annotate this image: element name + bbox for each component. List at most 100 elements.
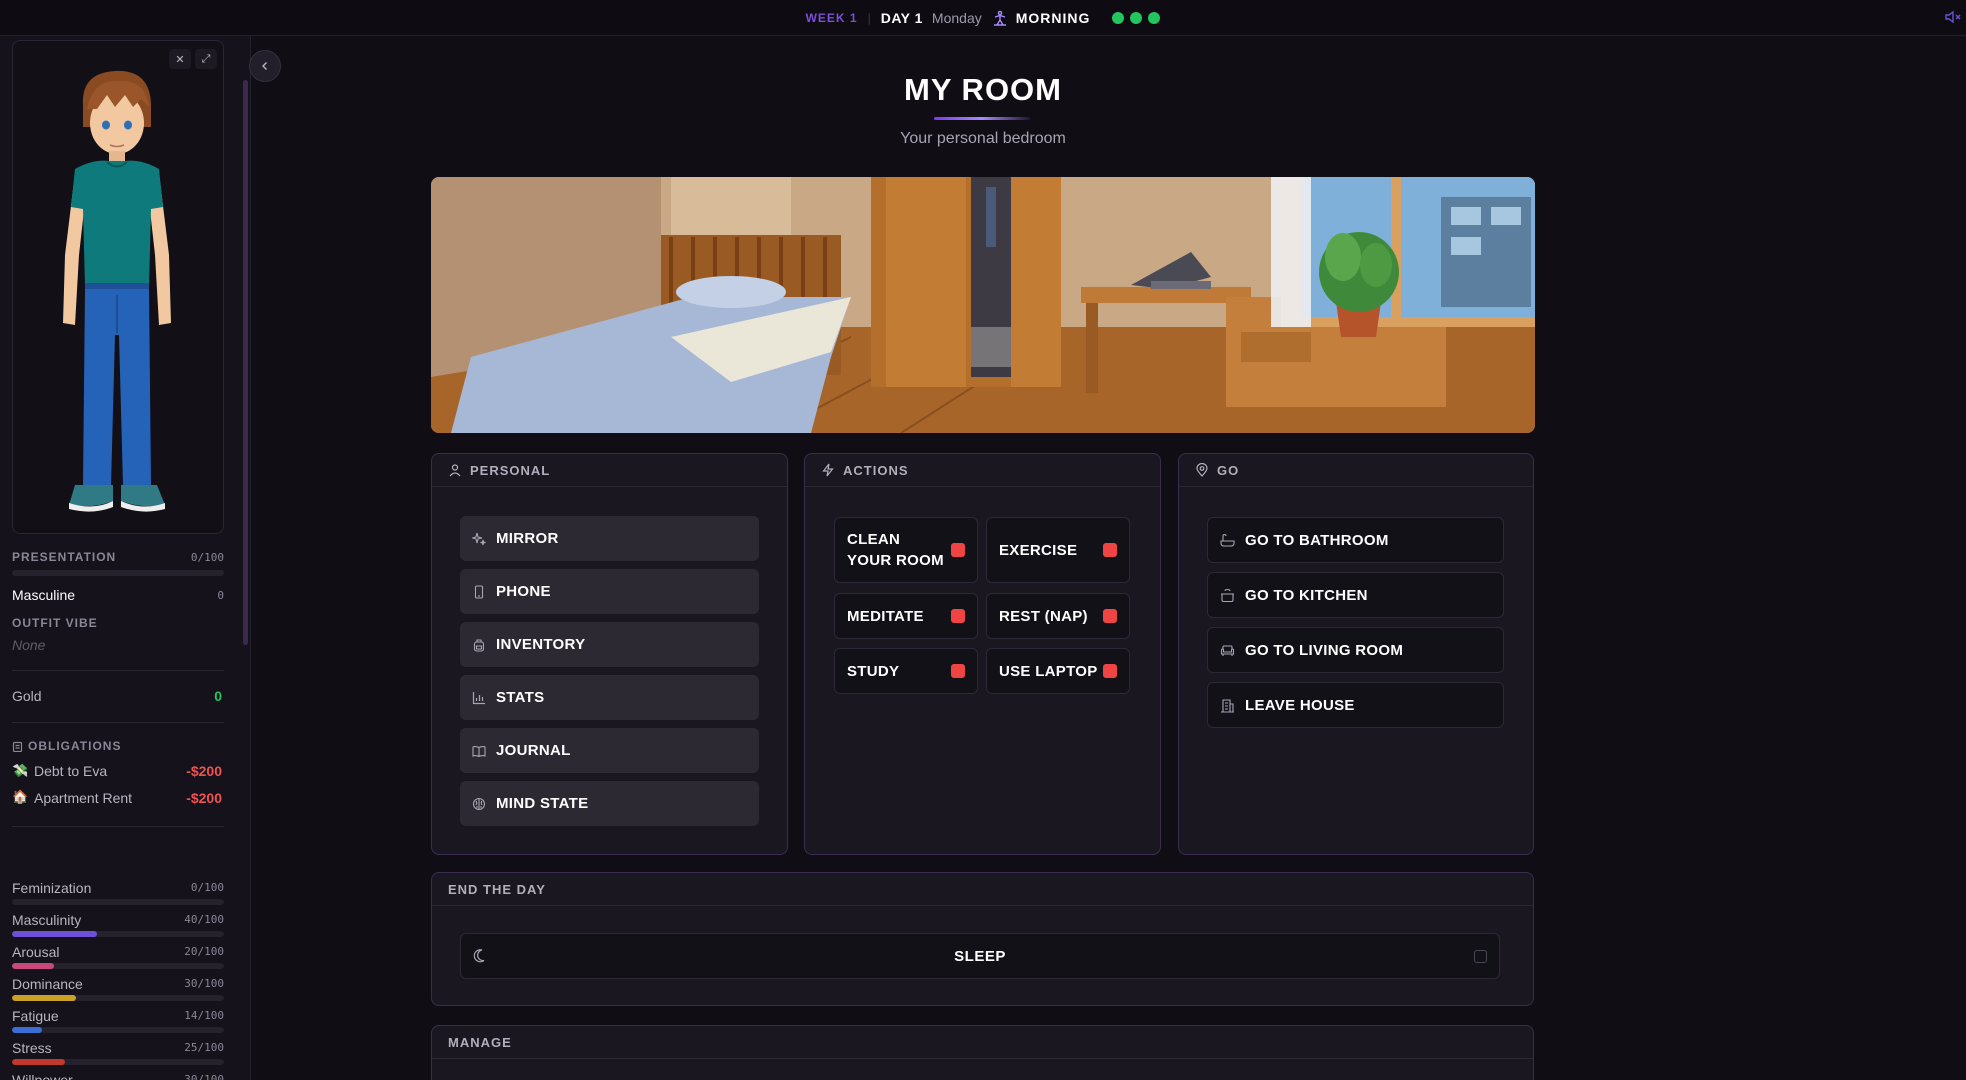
user-icon <box>449 464 461 477</box>
clipboard-icon <box>12 741 23 752</box>
energy-dot <box>1112 11 1125 24</box>
clean-room-action[interactable]: CLEAN YOUR ROOM <box>834 517 978 583</box>
person-stretch-icon <box>993 10 1006 26</box>
manage-panel: MANAGE <box>431 1025 1534 1080</box>
unavailable-indicator <box>1103 664 1117 678</box>
bedroom-scene-image <box>431 177 1535 433</box>
bathtub-icon <box>1220 533 1235 547</box>
bar-chart-icon <box>472 691 485 704</box>
stat-label: Stress <box>12 1040 52 1056</box>
study-action[interactable]: STUDY <box>834 648 978 694</box>
character-sidebar: ✕ ⤢ PRESENTATION 0/100 Masculine 0 OUTFI… <box>0 36 251 1080</box>
stat-bar-fill <box>12 931 97 937</box>
button-label: STATS <box>496 689 545 706</box>
character-avatar <box>63 70 171 512</box>
rest-nap-action[interactable]: REST (NAP) <box>986 593 1130 639</box>
stat-bar <box>12 995 224 1001</box>
button-label: GO TO LIVING ROOM <box>1245 641 1404 659</box>
expand-icon[interactable]: ⤢ <box>195 49 217 69</box>
button-label: EXERCISE <box>999 541 1078 559</box>
obligation-label: Debt to Eva <box>34 763 108 779</box>
button-label: MIND STATE <box>496 795 589 812</box>
journal-button[interactable]: JOURNAL <box>460 728 759 773</box>
meditate-action[interactable]: MEDITATE <box>834 593 978 639</box>
brain-icon <box>472 797 486 810</box>
checkbox[interactable] <box>1474 950 1487 963</box>
collapse-sidebar-button[interactable] <box>249 50 281 82</box>
button-label: PHONE <box>496 583 551 600</box>
go-to-kitchen-button[interactable]: GO TO KITCHEN <box>1207 572 1504 618</box>
stats-button[interactable]: STATS <box>460 675 759 720</box>
unavailable-indicator <box>1103 609 1117 623</box>
stat-label: Willpower <box>12 1072 73 1080</box>
button-label: LEAVE HOUSE <box>1245 696 1355 714</box>
stat-value: 30/100 <box>184 977 224 990</box>
gold-value: 0 <box>214 688 222 704</box>
stat-bar <box>12 931 224 937</box>
stat-bar <box>12 899 224 905</box>
presentation-value: 0/100 <box>190 551 224 564</box>
use-laptop-action[interactable]: USE LAPTOP <box>986 648 1130 694</box>
building-icon <box>1221 698 1234 713</box>
button-label: MEDITATE <box>847 607 924 625</box>
money-wings-icon: 💸 <box>12 763 29 778</box>
go-to-bathroom-button[interactable]: GO TO BATHROOM <box>1207 517 1504 563</box>
panel-header: GO <box>1179 454 1533 487</box>
time-of-day: MORNING <box>1015 9 1091 26</box>
stat-value: 40/100 <box>184 913 224 926</box>
mute-icon[interactable] <box>1944 8 1962 26</box>
button-label: USE LAPTOP <box>999 662 1098 680</box>
stat-label: Arousal <box>12 944 60 960</box>
obligation-label: Apartment Rent <box>34 790 133 806</box>
panel-header-label: MANAGE <box>448 1034 512 1050</box>
button-label: REST (NAP) <box>999 607 1088 625</box>
outfit-vibe-label: OUTFIT VIBE <box>12 616 98 630</box>
presentation-type-value: 0 <box>217 589 224 602</box>
stat-bar-fill <box>12 995 76 1001</box>
panel-header: PERSONAL <box>432 454 787 487</box>
stat-label: Masculinity <box>12 912 82 928</box>
sparkles-icon <box>472 532 486 545</box>
presentation-bar <box>12 570 224 576</box>
presentation-label: PRESENTATION <box>12 550 117 564</box>
weekday-label: Monday <box>931 9 982 26</box>
phone-button[interactable]: PHONE <box>460 569 759 614</box>
button-label: GO TO BATHROOM <box>1245 531 1389 549</box>
stat-bar <box>12 963 224 969</box>
phone-icon <box>474 584 484 599</box>
button-label: CLEAN YOUR ROOM <box>847 531 944 569</box>
obligation-amount: -$200 <box>186 790 222 806</box>
unavailable-indicator <box>951 609 965 623</box>
end-day-panel: END THE DAY SLEEP <box>431 872 1534 1006</box>
button-label: INVENTORY <box>496 636 586 653</box>
obligations-label: OBLIGATIONS <box>28 739 122 753</box>
stat-bar <box>12 1059 224 1065</box>
mirror-button[interactable]: MIRROR <box>460 516 759 561</box>
sleep-button[interactable]: SLEEP <box>460 933 1500 979</box>
chevron-left-icon <box>262 62 267 70</box>
stat-value: 25/100 <box>184 1041 224 1054</box>
moon-icon <box>473 949 485 963</box>
mind-state-button[interactable]: MIND STATE <box>460 781 759 826</box>
week-label: WEEK 1 <box>805 10 858 25</box>
go-panel: GO GO TO BATHROOM GO TO KITCHEN GO TO LI… <box>1178 453 1534 855</box>
stat-bar <box>12 1027 224 1033</box>
stat-bar-fill <box>12 1027 42 1033</box>
lightning-icon <box>822 463 834 477</box>
stat-bar-fill <box>12 1059 65 1065</box>
stat-value: 20/100 <box>184 945 224 958</box>
leave-house-button[interactable]: LEAVE HOUSE <box>1207 682 1504 728</box>
location-subtitle: Your personal bedroom <box>900 130 1066 147</box>
exercise-action[interactable]: EXERCISE <box>986 517 1130 583</box>
day-label: DAY 1 <box>880 9 923 26</box>
obligation-amount: -$200 <box>186 763 222 779</box>
sidebar-scrollbar[interactable] <box>243 80 248 645</box>
map-pin-icon <box>1196 463 1208 477</box>
inventory-button[interactable]: INVENTORY <box>460 622 759 667</box>
go-to-living-room-button[interactable]: GO TO LIVING ROOM <box>1207 627 1504 673</box>
button-label: MIRROR <box>496 530 559 547</box>
stat-value: 14/100 <box>184 1009 224 1022</box>
button-label: STUDY <box>847 662 900 680</box>
panel-header: MANAGE <box>432 1026 1533 1059</box>
sofa-icon <box>1220 644 1235 656</box>
